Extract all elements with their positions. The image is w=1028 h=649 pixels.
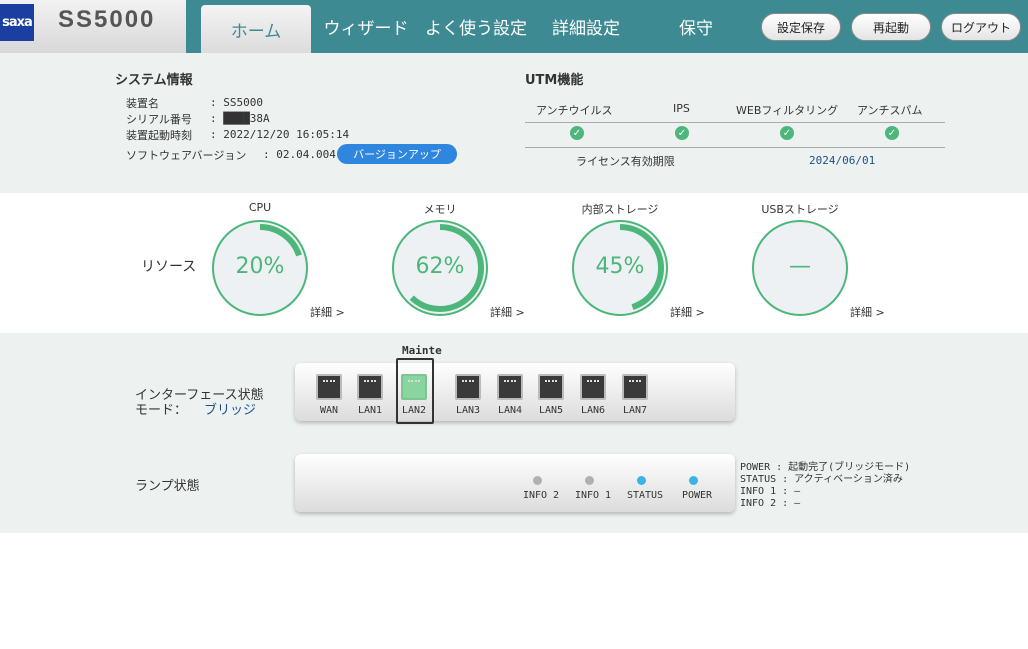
port-lan2[interactable]: LAN2 xyxy=(399,374,429,416)
info1-status-text: INFO 1 : — xyxy=(740,486,801,497)
utm-title: UTM機能 xyxy=(525,73,584,88)
utm-col-antivirus: アンチウイルス xyxy=(536,104,613,117)
status-status-text: STATUS : アクティベーション済み xyxy=(740,474,903,485)
utm-divider xyxy=(525,122,945,123)
ips-check-icon: ✓ xyxy=(675,126,689,140)
serial-number-value: : ████38A xyxy=(210,112,270,125)
status-led xyxy=(637,476,646,485)
license-expiry-label: ライセンス有効期限 xyxy=(576,155,675,168)
port-label: LAN7 xyxy=(622,405,648,416)
usb-storage-detail-link[interactable]: 詳細 > xyxy=(850,304,885,320)
ethernet-port-icon xyxy=(401,374,427,400)
info2-status-text: INFO 2 : — xyxy=(740,498,801,509)
port-label: LAN6 xyxy=(580,405,606,416)
nav-tab-wizard[interactable]: ウィザード xyxy=(318,0,414,53)
internal-storage-detail-link[interactable]: 詳細 > xyxy=(670,304,705,320)
internal-storage-value: 45% xyxy=(595,254,645,279)
software-version-value: : 02.04.004 xyxy=(263,148,336,161)
cpu-detail-link[interactable]: 詳細 > xyxy=(310,304,345,320)
product-model-title: SS5000 xyxy=(58,6,156,33)
resource-title: リソース xyxy=(141,259,197,275)
info2-led xyxy=(533,476,542,485)
memory-detail-link[interactable]: 詳細 > xyxy=(490,304,525,320)
utm-col-ips: IPS xyxy=(673,102,690,115)
system-info-title: システム情報 xyxy=(115,73,193,88)
port-lan5[interactable]: LAN5 xyxy=(536,374,566,416)
utm-col-web-filtering: WEBフィルタリング xyxy=(736,104,839,117)
ethernet-port-icon xyxy=(580,374,606,400)
info1-led xyxy=(585,476,594,485)
memory-value: 62% xyxy=(415,254,465,279)
mainte-label: Mainte xyxy=(402,344,442,357)
boot-time-value: : 2022/12/20 16:05:14 xyxy=(210,128,350,141)
utm-col-antispam: アンチスパム xyxy=(857,104,923,117)
device-name-value: : SS5000 xyxy=(210,96,263,109)
status-led-label: STATUS xyxy=(626,490,664,501)
port-lan6[interactable]: LAN6 xyxy=(578,374,608,416)
usb-storage-value: — xyxy=(789,254,811,279)
internal-storage-label: 内部ストレージ xyxy=(581,203,659,216)
ethernet-port-icon xyxy=(357,374,383,400)
lamp-panel xyxy=(295,454,735,512)
nav-tab-advanced-settings[interactable]: 詳細設定 xyxy=(540,0,632,53)
power-led xyxy=(689,476,698,485)
port-label: LAN4 xyxy=(497,405,523,416)
version-upgrade-button[interactable]: バージョンアップ xyxy=(337,144,457,164)
ethernet-port-icon xyxy=(316,374,342,400)
memory-label: メモリ xyxy=(423,203,457,216)
power-status-text: POWER : 起動完了(ブリッジモード) xyxy=(740,462,911,473)
software-version-label: ソフトウェアバージョン xyxy=(126,149,247,162)
port-label: LAN1 xyxy=(357,405,383,416)
logout-button[interactable]: ログアウト xyxy=(941,13,1021,41)
serial-number-label: シリアル番号 xyxy=(126,113,192,126)
ethernet-port-icon xyxy=(497,374,523,400)
ethernet-port-icon xyxy=(622,374,648,400)
port-lan1[interactable]: LAN1 xyxy=(355,374,385,416)
device-name-label: 装置名 xyxy=(126,97,159,110)
mode-value: ブリッジ xyxy=(204,403,257,418)
port-label: LAN3 xyxy=(455,405,481,416)
port-label: WAN xyxy=(319,405,339,416)
port-lan7[interactable]: LAN7 xyxy=(620,374,650,416)
port-lan3[interactable]: LAN3 xyxy=(453,374,483,416)
antispam-check-icon: ✓ xyxy=(885,126,899,140)
cpu-value: 20% xyxy=(235,254,285,279)
restart-button[interactable]: 再起動 xyxy=(851,13,931,41)
nav-tab-home[interactable]: ホーム xyxy=(201,5,311,53)
power-led-label: POWER xyxy=(681,490,713,501)
info1-led-label: INFO 1 xyxy=(574,490,612,501)
usb-storage-label: USBストレージ xyxy=(761,203,839,216)
utm-divider xyxy=(525,147,945,148)
info2-led-label: INFO 2 xyxy=(522,490,560,501)
boot-time-label: 装置起動時刻 xyxy=(126,129,192,142)
port-lan4[interactable]: LAN4 xyxy=(495,374,525,416)
lamp-status-title: ランプ状態 xyxy=(135,479,200,494)
cpu-label: CPU xyxy=(248,201,272,214)
port-label: LAN5 xyxy=(538,405,564,416)
ethernet-port-icon xyxy=(538,374,564,400)
antivirus-check-icon: ✓ xyxy=(570,126,584,140)
port-label: LAN2 xyxy=(401,405,427,416)
nav-tab-common-settings[interactable]: よく使う設定 xyxy=(420,0,532,53)
web-filtering-check-icon: ✓ xyxy=(780,126,794,140)
port-wan[interactable]: WAN xyxy=(314,374,344,416)
ethernet-port-icon xyxy=(455,374,481,400)
mode-label: モード： xyxy=(135,403,188,418)
license-expiry-date: 2024/06/01 xyxy=(809,154,876,167)
saxa-logo: saxa xyxy=(0,4,34,41)
save-settings-button[interactable]: 設定保存 xyxy=(761,13,841,41)
nav-tab-maintenance[interactable]: 保守 xyxy=(660,0,732,53)
